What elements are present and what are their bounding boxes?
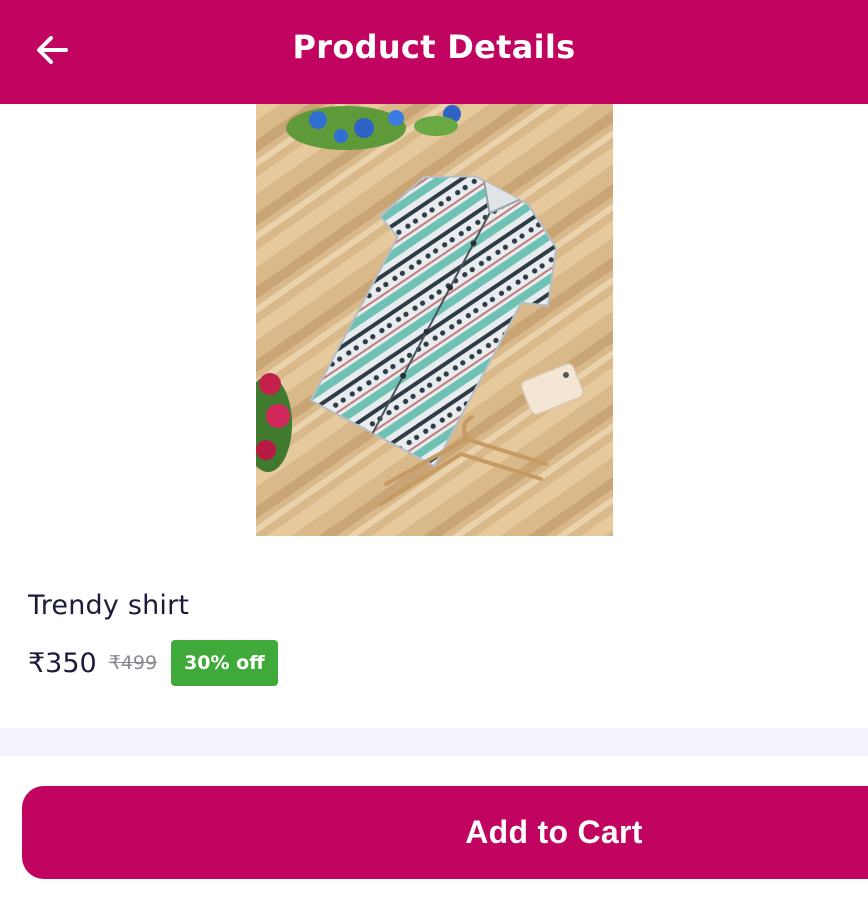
current-price: ₹350 — [28, 647, 97, 679]
original-price: ₹499 — [108, 652, 158, 674]
app-header: Product Details — [0, 0, 868, 104]
section-divider — [0, 728, 868, 756]
product-details-screen: Product Details Trendy shirt ₹350 ₹499 3… — [0, 0, 868, 900]
discount-badge: 30% off — [171, 640, 278, 686]
product-name: Trendy shirt — [28, 590, 190, 621]
price-row: ₹350 ₹499 30% off — [28, 640, 278, 686]
add-to-cart-button[interactable]: Add to Cart — [22, 786, 868, 879]
product-image — [256, 104, 613, 536]
page-title: Product Details — [292, 28, 576, 66]
add-to-cart-label: Add to Cart — [465, 814, 643, 850]
